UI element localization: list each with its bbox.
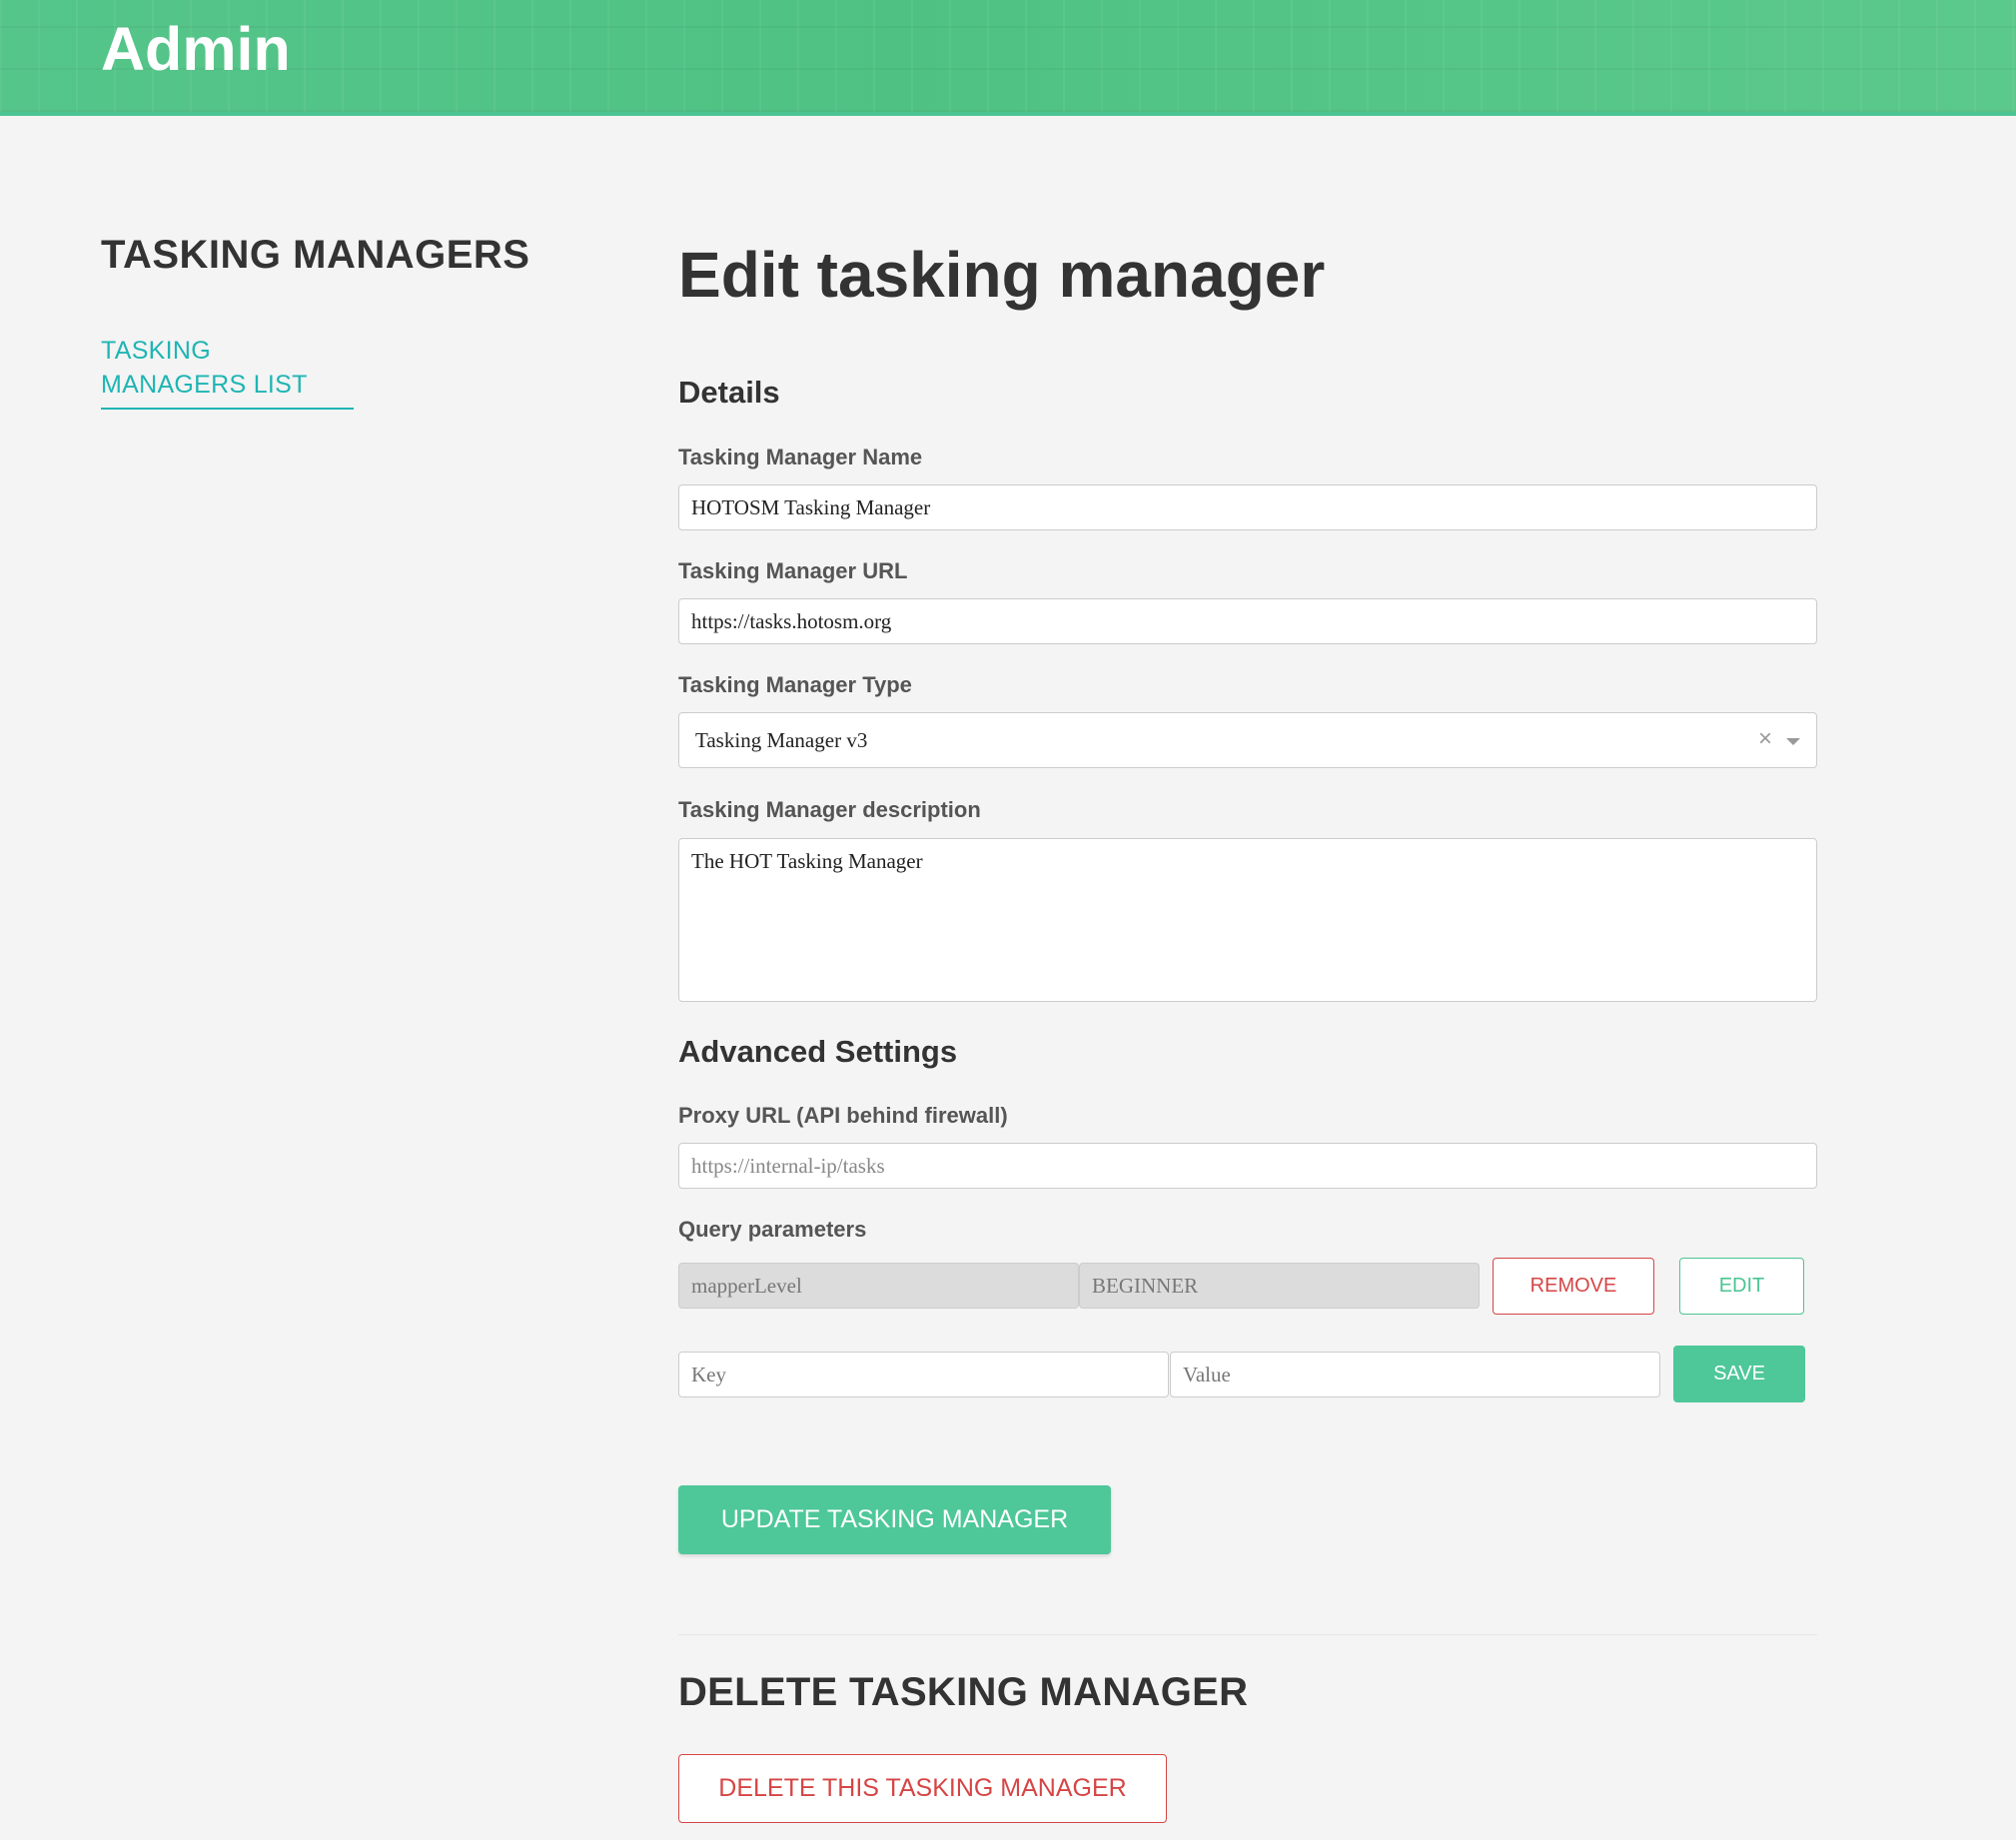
param-value-field [1079,1263,1480,1309]
query-params-label: Query parameters [678,1217,867,1242]
header-title: Admin [101,15,291,83]
name-input[interactable] [678,484,1817,530]
type-select[interactable]: Tasking Manager v3 × [678,712,1817,768]
details-section-title: Details [678,375,780,410]
type-select-value: Tasking Manager v3 [695,728,868,752]
page-title: Edit tasking manager [678,239,1326,311]
remove-param-button[interactable]: REMOVE [1493,1258,1654,1315]
sidebar-title: TASKING MANAGERS [101,233,530,277]
description-textarea[interactable]: The HOT Tasking Manager [678,838,1817,1002]
save-param-button[interactable]: SAVE [1673,1346,1805,1402]
page-header: Admin [0,0,2016,116]
delete-section-title: DELETE TASKING MANAGER [678,1670,1249,1714]
update-tasking-manager-button[interactable]: UPDATE TASKING MANAGER [678,1485,1111,1554]
type-label: Tasking Manager Type [678,672,912,697]
new-key-input[interactable] [678,1352,1169,1397]
description-label: Tasking Manager description [678,797,981,822]
section-divider [678,1634,1817,1635]
clear-icon[interactable]: × [1758,725,1772,753]
param-key-field [678,1263,1079,1309]
name-label: Tasking Manager Name [678,445,923,469]
chevron-down-icon[interactable] [1786,738,1800,745]
advanced-section-title: Advanced Settings [678,1034,958,1069]
new-value-input[interactable] [1170,1352,1660,1397]
edit-param-button[interactable]: EDIT [1679,1258,1804,1315]
proxy-input[interactable] [678,1143,1817,1189]
proxy-label: Proxy URL (API behind firewall) [678,1103,1008,1128]
url-label: Tasking Manager URL [678,558,908,583]
url-input[interactable] [678,598,1817,644]
sidebar-item-tasking-managers-list[interactable]: TASKING MANAGERS LIST [101,334,354,410]
delete-tasking-manager-button[interactable]: DELETE THIS TASKING MANAGER [678,1754,1167,1823]
